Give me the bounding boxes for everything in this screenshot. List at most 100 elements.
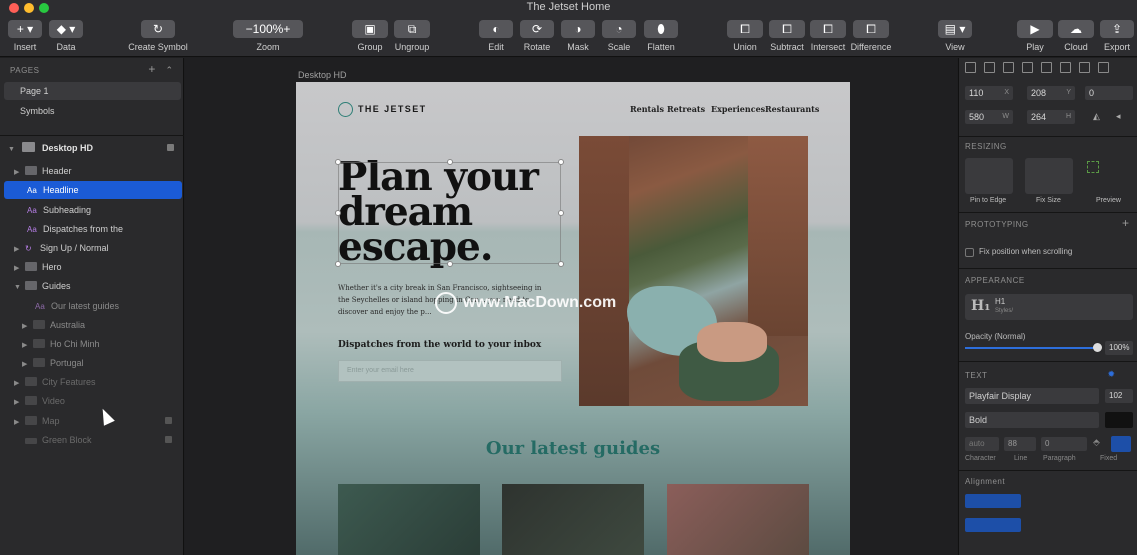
disclosure-arrow-icon[interactable]: ▶ [14,260,25,278]
auto-width-icon[interactable]: ⬘ [1093,437,1100,448]
layer-map[interactable]: ▶ Map [4,412,182,430]
nav-rentals[interactable]: Rentals [630,104,664,114]
align-bottom-icon[interactable] [1060,62,1071,73]
page-item-symbols[interactable]: Symbols [4,102,181,120]
disclosure-arrow-icon[interactable]: ▶ [22,356,33,374]
data-button[interactable]: ◆ ▾ Data [48,20,84,52]
page-item-page-1[interactable]: Page 1 [4,82,181,100]
view-button[interactable]: ▤ ▾ View [936,20,974,52]
insert-button[interactable]: + ▾ Insert [6,20,44,52]
flip-vertical-icon[interactable]: ◂ [1116,111,1121,122]
text-align-right-button[interactable] [1059,494,1097,508]
font-size-field[interactable]: 102 [1105,389,1133,403]
hero-image[interactable] [579,136,808,406]
align-left-icon[interactable] [965,62,976,73]
resize-handle[interactable] [558,210,564,216]
difference-button[interactable]: ⧠ Difference [849,20,893,52]
resize-handle[interactable] [558,261,564,267]
align-center-icon[interactable] [984,62,995,73]
nav-experiences[interactable]: Experiences [711,104,765,114]
layer-video[interactable]: ▶ Video [4,392,182,410]
resize-handle[interactable] [335,210,341,216]
layer-header[interactable]: ▶ Header [4,162,182,180]
disclosure-arrow-icon[interactable]: ▼ [14,279,25,297]
text-style-picker[interactable]: H₁ H1 Styles/ [965,294,1133,320]
distribute-h-icon[interactable] [1079,62,1090,73]
vertical-align-bottom-button[interactable] [1077,518,1133,532]
collapse-pages-icon[interactable]: ⌃ [165,65,173,75]
rotation-field[interactable]: 0 [1085,86,1133,100]
flatten-button[interactable]: ⬮ Flatten [642,20,680,52]
text-align-left-button[interactable] [965,494,1021,508]
fix-position-checkbox[interactable] [965,248,974,257]
disclosure-arrow-icon[interactable]: ▶ [14,394,25,412]
text-color-swatch[interactable] [1105,412,1133,428]
guide-thumb-portugal[interactable] [667,484,809,555]
layer-australia[interactable]: ▶ Australia [4,316,182,334]
zoom-out-icon[interactable]: − [246,22,253,36]
resize-handle[interactable] [335,261,341,267]
distribute-v-icon[interactable] [1098,62,1109,73]
lock-icon[interactable] [167,144,174,151]
fixed-size-icon[interactable] [1111,436,1131,452]
layer-our-latest-guides[interactable]: Aa Our latest guides [4,297,182,315]
paragraph-spacing-field[interactable]: 0 [1041,437,1087,451]
edit-button[interactable]: ◐ Edit [478,20,514,52]
height-field[interactable]: 264 H [1027,110,1075,124]
play-button[interactable]: ▶ Play [1016,20,1054,52]
layer-sign-up[interactable]: ▶ ↻ Sign Up / Normal [4,239,182,257]
resize-handle[interactable] [558,159,564,165]
intersect-button[interactable]: ⧠ Intersect [809,20,847,52]
subtract-button[interactable]: ⧠ Subtract [768,20,806,52]
artboard-label[interactable]: Desktop HD [298,70,347,80]
opacity-slider-knob[interactable] [1093,343,1102,352]
layer-city-features[interactable]: ▶ City Features [4,373,182,391]
layer-subheading[interactable]: Aa Subheading [4,201,182,219]
mask-button[interactable]: ◑ Mask [560,20,596,52]
text-align-justify-button[interactable] [1097,494,1133,508]
disclosure-arrow-icon[interactable]: ▶ [14,375,25,393]
disclosure-arrow-icon[interactable]: ▶ [14,164,25,182]
create-symbol-button[interactable]: ↻ Create Symbol [125,20,191,52]
disclosure-arrow-icon[interactable]: ▶ [22,318,33,336]
guide-thumb-australia[interactable] [338,484,480,555]
lock-icon[interactable] [165,436,172,443]
email-field[interactable]: Enter your email here [338,360,562,382]
width-field[interactable]: 580 W [965,110,1013,124]
rotate-button[interactable]: ⟳ Rotate [519,20,555,52]
character-spacing-field[interactable]: auto [965,437,999,451]
layer-ho-chi-minh[interactable]: ▶ Ho Chi Minh [4,335,182,353]
zoom-in-icon[interactable]: + [283,22,290,36]
font-weight-select[interactable]: Bold [965,412,1099,428]
vertical-align-top-button[interactable] [965,518,1021,532]
vertical-align-middle-button[interactable] [1021,518,1077,532]
layer-hero[interactable]: ▶ Hero [4,258,182,276]
disclosure-arrow-icon[interactable]: ▶ [14,414,25,432]
guides-title[interactable]: Our latest guides [296,438,850,459]
artboard[interactable]: THE JETSET Rentals Retreats Experiences … [296,82,850,555]
cloud-button[interactable]: ☁ Cloud [1057,20,1095,52]
resize-handle[interactable] [447,159,453,165]
pin-to-edge-control[interactable] [965,158,1013,194]
opacity-slider[interactable] [965,347,1096,349]
align-top-icon[interactable] [1022,62,1033,73]
layer-green-block[interactable]: Green Block [4,431,182,449]
y-field[interactable]: 208 Y [1027,86,1075,100]
text-settings-gear-icon[interactable]: ✹ [1107,369,1115,380]
layer-dispatches[interactable]: Aa Dispatches from the [4,220,182,238]
line-height-field[interactable]: 88 [1004,437,1036,451]
disclosure-arrow-icon[interactable]: ▼ [8,140,19,160]
nav-restaurants[interactable]: Restaurants [765,104,819,114]
fix-size-control[interactable] [1025,158,1073,194]
resize-handle[interactable] [447,261,453,267]
export-button[interactable]: ⇪ Export [1098,20,1136,52]
artboard-desktop-hd[interactable]: ▼ Desktop HD [0,138,184,158]
flip-horizontal-icon[interactable]: ◭ [1093,111,1100,122]
align-middle-icon[interactable] [1041,62,1052,73]
dispatch-heading[interactable]: Dispatches from the world to your inbox [338,340,541,350]
disclosure-arrow-icon[interactable]: ▶ [14,241,25,259]
font-family-select[interactable]: Playfair Display [965,388,1099,404]
ungroup-button[interactable]: ⧉ Ungroup [392,20,432,52]
guide-thumb-ho-chi-minh[interactable] [502,484,644,555]
disclosure-arrow-icon[interactable]: ▶ [22,337,33,355]
